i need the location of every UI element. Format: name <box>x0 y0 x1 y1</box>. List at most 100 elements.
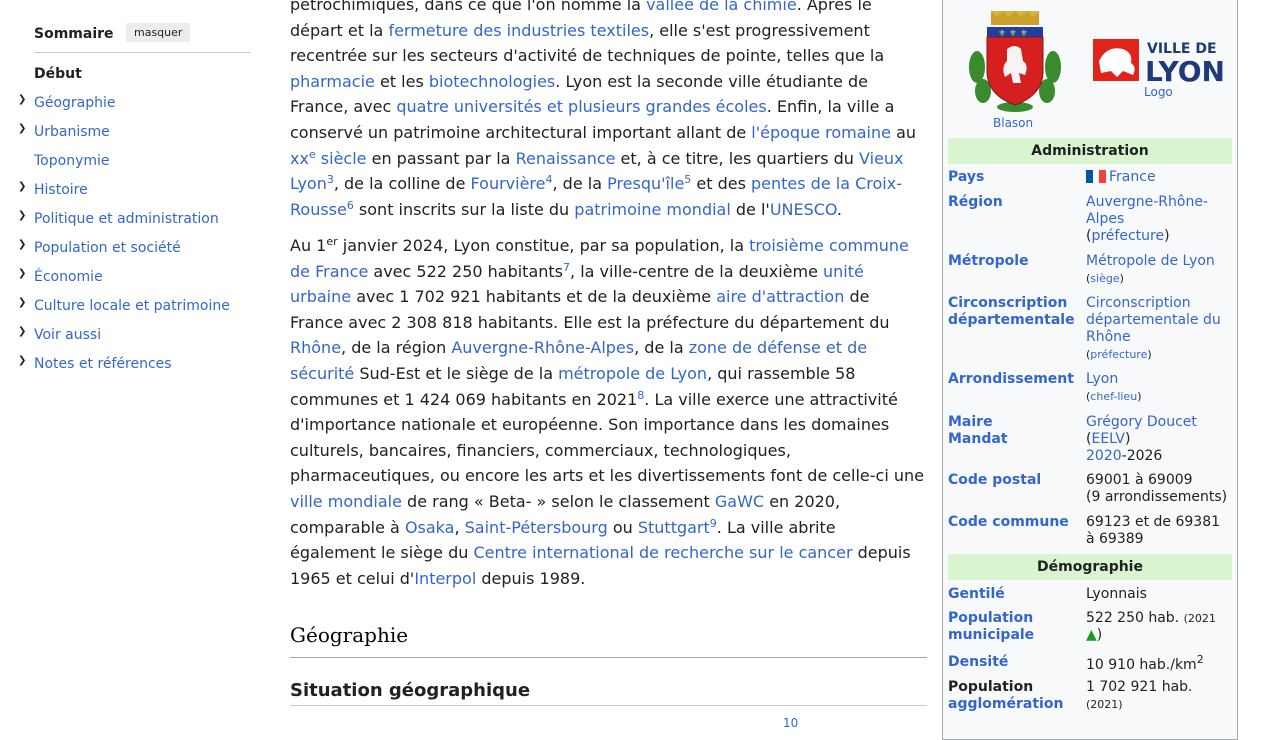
footnote-ref-link[interactable]: 10 <box>783 711 798 737</box>
siege-link[interactable]: siège <box>1090 272 1119 285</box>
chevron-right-icon[interactable]: ❯ <box>18 181 30 192</box>
article-link[interactable]: xx <box>290 149 309 168</box>
article-link[interactable]: vallée de la chimie <box>646 0 797 14</box>
toc-item[interactable]: ❯ Culture locale et patrimoine <box>18 297 258 318</box>
article-link[interactable]: pharmacie <box>290 72 375 91</box>
infobox-label-maire[interactable]: Maire Mandat <box>948 414 1083 448</box>
toc-item[interactable]: ❯ Population et société <box>18 239 258 260</box>
article-link[interactable]: urbaine <box>290 287 351 306</box>
arrondissement-link[interactable]: Lyon <box>1086 371 1118 387</box>
term-start-link[interactable]: 2020 <box>1086 448 1122 464</box>
chevron-right-icon[interactable]: ❯ <box>18 355 30 366</box>
footnote-ref-link[interactable]: 3 <box>327 173 334 186</box>
article-link[interactable]: Renaissance <box>516 149 616 168</box>
toc-item-label[interactable]: Politique et administration <box>34 211 219 227</box>
prefecture-link-2[interactable]: préfecture <box>1090 348 1147 361</box>
infobox-label-code-postal[interactable]: Code postal <box>948 472 1083 489</box>
chevron-right-icon[interactable]: ❯ <box>18 94 30 105</box>
article-link[interactable]: Osaka <box>405 518 455 537</box>
article-link[interactable]: Rousse <box>290 200 347 219</box>
infobox-label-population-municipale[interactable]: Population municipale <box>948 610 1083 644</box>
toc-item-label[interactable]: Population et société <box>34 240 181 256</box>
article-link[interactable]: Interpol <box>414 569 476 588</box>
country-link[interactable]: France <box>1109 169 1156 185</box>
article-link[interactable]: pentes de la Croix- <box>751 174 902 193</box>
infobox-label-code-commune[interactable]: Code commune <box>948 514 1083 531</box>
toc-item-label[interactable]: Géographie <box>34 95 116 111</box>
infobox-label-densite[interactable]: Densité <box>948 654 1083 671</box>
party-link[interactable]: EELV <box>1091 431 1125 447</box>
infobox-label-region[interactable]: Région <box>948 194 1083 211</box>
century-superscript-link[interactable]: e <box>309 148 316 161</box>
toc-item[interactable]: ❯ Histoire <box>18 181 258 202</box>
circo-link[interactable]: Circonscription <box>1086 295 1191 311</box>
article-link[interactable]: Vieux <box>859 149 904 168</box>
article-link[interactable]: unité <box>823 262 864 281</box>
coat-of-arms-caption[interactable]: Blason <box>993 116 1033 130</box>
article-link[interactable]: Saint-Pétersbourg <box>465 518 608 537</box>
agglomeration-link[interactable]: agglomération <box>948 696 1063 712</box>
chevron-right-icon[interactable]: ❯ <box>18 326 30 337</box>
logo-caption[interactable]: Logo <box>1144 85 1173 99</box>
article-link[interactable]: Auvergne-Rhône-Alpes <box>451 338 634 357</box>
chef-lieu-link[interactable]: chef-lieu <box>1090 390 1137 403</box>
toc-item[interactable]: ❯ Notes et références <box>18 355 258 376</box>
article-link[interactable]: Fourvière <box>471 174 546 193</box>
toc-item[interactable]: ❯ Géographie <box>18 94 258 115</box>
toc-item-label[interactable]: Culture locale et patrimoine <box>34 298 230 314</box>
article-link[interactable]: quatre universités et plusieurs grandes … <box>396 97 766 116</box>
infobox-label-pays[interactable]: Pays <box>948 169 1083 186</box>
article-link[interactable]: GaWC <box>715 492 764 511</box>
prefecture-link[interactable]: préfecture <box>1091 228 1164 244</box>
toc-item[interactable]: Début <box>18 66 258 86</box>
footnote-ref-link[interactable]: 9 <box>710 517 717 530</box>
toc-item-label[interactable]: Début <box>34 66 82 82</box>
article-link[interactable]: UNESCO <box>770 200 837 219</box>
article-link[interactable]: aire d'attraction <box>716 287 844 306</box>
toc-item-label[interactable]: Économie <box>34 269 103 285</box>
city-logo-image[interactable]: VILLE DE LYON <box>1093 37 1225 83</box>
article-link[interactable]: biotechnologies <box>429 72 555 91</box>
circo-link-cont2[interactable]: Rhône <box>1086 329 1131 345</box>
article-link[interactable]: métropole de Lyon <box>558 364 707 383</box>
region-link-cont[interactable]: Alpes <box>1086 211 1124 227</box>
article-link[interactable]: Lyon <box>290 174 327 193</box>
article-link[interactable]: Centre international de recherche sur le… <box>474 543 853 562</box>
toc-item[interactable]: ❯ Politique et administration <box>18 210 258 231</box>
toc-item-label[interactable]: Notes et références <box>34 356 172 372</box>
metropole-link[interactable]: Métropole de Lyon <box>1086 253 1215 269</box>
article-link[interactable]: fermeture des industries textiles <box>388 21 649 40</box>
toc-item-label[interactable]: Toponymie <box>34 153 110 169</box>
article-link[interactable]: troisième commune <box>749 236 909 255</box>
article-link[interactable]: l'époque romaine <box>751 123 891 142</box>
footnote-ref-link[interactable]: 6 <box>347 199 354 212</box>
article-link[interactable]: de France <box>290 262 368 281</box>
article-link[interactable]: zone de défense et de <box>689 338 867 357</box>
chevron-right-icon[interactable]: ❯ <box>18 123 30 134</box>
article-link[interactable]: Stuttgart <box>638 518 710 537</box>
infobox-label-gentile[interactable]: Gentilé <box>948 586 1083 603</box>
mayor-link[interactable]: Grégory Doucet <box>1086 414 1197 430</box>
article-link[interactable]: ville mondiale <box>290 492 402 511</box>
toc-item-label[interactable]: Histoire <box>34 182 88 198</box>
article-link[interactable]: Presqu'île <box>607 174 684 193</box>
circo-link-cont[interactable]: départementale du <box>1086 312 1221 328</box>
coat-of-arms-image[interactable]: ⚜ ⚜ ⚜ <box>963 9 1067 113</box>
toc-item[interactable]: ❯ Économie <box>18 268 258 289</box>
infobox-label-metropole[interactable]: Métropole <box>948 253 1083 270</box>
article-link[interactable]: Rhône <box>290 338 341 357</box>
toc-item-label[interactable]: Urbanisme <box>34 124 110 140</box>
infobox-label-circonscription[interactable]: Circonscription départementale <box>948 295 1083 329</box>
infobox-label-arrondissement[interactable]: Arrondissement <box>948 371 1083 388</box>
chevron-right-icon[interactable]: ❯ <box>18 210 30 221</box>
toc-item[interactable]: ❯ Urbanisme <box>18 123 258 144</box>
toc-item[interactable]: Toponymie <box>18 153 258 173</box>
footnote-ref-link[interactable]: 7 <box>563 261 570 274</box>
toc-item[interactable]: ❯ Voir aussi <box>18 326 258 347</box>
chevron-right-icon[interactable]: ❯ <box>18 297 30 308</box>
region-link[interactable]: Auvergne-Rhône- <box>1086 194 1208 210</box>
chevron-right-icon[interactable]: ❯ <box>18 239 30 250</box>
article-link[interactable]: sécurité <box>290 364 354 383</box>
toc-item-label[interactable]: Voir aussi <box>34 327 101 343</box>
toc-hide-button[interactable]: masquer <box>126 23 191 42</box>
